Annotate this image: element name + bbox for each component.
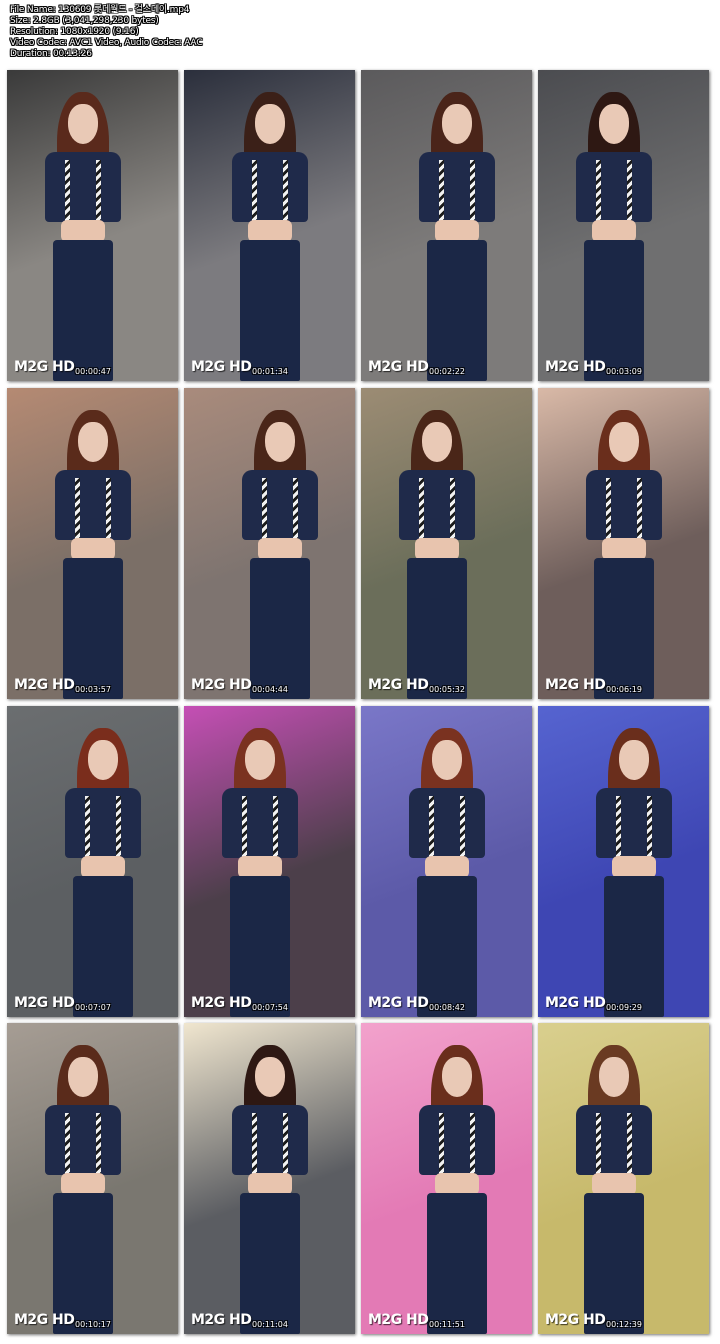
video-thumbnail: M2G HD 00:06:19	[538, 388, 709, 699]
performer-figure	[7, 388, 178, 699]
video-thumbnail: M2G HD 00:07:54	[184, 706, 355, 1017]
thumbnail-timestamp: 00:07:54	[252, 1003, 288, 1012]
thumbnail-timestamp: 00:11:51	[429, 1320, 465, 1329]
performer-figure	[538, 706, 709, 1017]
thumbnail-timestamp: 00:03:57	[75, 685, 111, 694]
duration-text: Duration: 00:13:26	[10, 49, 92, 59]
video-thumbnail: M2G HD 00:10:17	[7, 1023, 178, 1334]
performer-figure	[361, 1023, 532, 1334]
thumbnail-timestamp: 00:06:19	[606, 685, 642, 694]
video-thumbnail: M2G HD 00:02:22	[361, 70, 532, 381]
thumbnail-timestamp: 00:05:32	[429, 685, 465, 694]
thumbnail-timestamp: 00:08:42	[429, 1003, 465, 1012]
video-thumbnail: M2G HD 00:00:47	[7, 70, 178, 381]
resolution-text: Resolution: 1080x1920 (9:16)	[10, 27, 139, 37]
m2g-hd-watermark: M2G HD	[14, 1312, 75, 1328]
m2g-hd-watermark: M2G HD	[545, 1312, 606, 1328]
m2g-hd-watermark: M2G HD	[368, 359, 429, 375]
performer-figure	[361, 388, 532, 699]
thumbnail-timestamp: 00:09:29	[606, 1003, 642, 1012]
m2g-hd-watermark: M2G HD	[368, 995, 429, 1011]
m2g-hd-watermark: M2G HD	[368, 1312, 429, 1328]
thumbnail-timestamp: 00:04:44	[252, 685, 288, 694]
performer-figure	[538, 70, 709, 381]
performer-figure	[538, 388, 709, 699]
performer-figure	[184, 1023, 355, 1334]
video-thumbnail: M2G HD 00:03:57	[7, 388, 178, 699]
video-thumbnail: M2G HD 00:01:34	[184, 70, 355, 381]
video-thumbnail: M2G HD 00:09:29	[538, 706, 709, 1017]
m2g-hd-watermark: M2G HD	[14, 677, 75, 693]
m2g-hd-watermark: M2G HD	[191, 677, 252, 693]
m2g-hd-watermark: M2G HD	[14, 359, 75, 375]
m2g-hd-watermark: M2G HD	[368, 677, 429, 693]
file-info-header: File Name: 130609 롯데월드 - 걸스데이.mp4 Size: …	[10, 5, 710, 60]
performer-figure	[7, 706, 178, 1017]
video-thumbnail: M2G HD 00:07:07	[7, 706, 178, 1017]
video-thumbnail: M2G HD 00:11:51	[361, 1023, 532, 1334]
video-thumbnail: M2G HD 00:08:42	[361, 706, 532, 1017]
thumbnail-timestamp: 00:10:17	[75, 1320, 111, 1329]
m2g-hd-watermark: M2G HD	[191, 359, 252, 375]
thumbnail-timestamp: 00:00:47	[75, 367, 111, 376]
thumbnail-timestamp: 00:01:34	[252, 367, 288, 376]
codec-text: Video Codec: AVC1 Video, Audio Codec: AA…	[10, 38, 203, 48]
performer-figure	[184, 388, 355, 699]
performer-figure	[184, 70, 355, 381]
performer-figure	[7, 1023, 178, 1334]
m2g-hd-watermark: M2G HD	[545, 677, 606, 693]
file-name-text: File Name: 130609 롯데월드 - 걸스데이.mp4	[10, 5, 190, 15]
m2g-hd-watermark: M2G HD	[545, 359, 606, 375]
video-thumbnail: M2G HD 00:12:39	[538, 1023, 709, 1334]
performer-figure	[361, 70, 532, 381]
thumbnail-timestamp: 00:12:39	[606, 1320, 642, 1329]
thumbnail-timestamp: 00:02:22	[429, 367, 465, 376]
m2g-hd-watermark: M2G HD	[14, 995, 75, 1011]
video-thumbnail: M2G HD 00:05:32	[361, 388, 532, 699]
thumbnail-timestamp: 00:07:07	[75, 1003, 111, 1012]
m2g-hd-watermark: M2G HD	[545, 995, 606, 1011]
m2g-hd-watermark: M2G HD	[191, 1312, 252, 1328]
thumbnail-timestamp: 00:11:04	[252, 1320, 288, 1329]
thumbnail-timestamp: 00:03:09	[606, 367, 642, 376]
performer-figure	[361, 706, 532, 1017]
video-thumbnail: M2G HD 00:03:09	[538, 70, 709, 381]
m2g-hd-watermark: M2G HD	[191, 995, 252, 1011]
video-thumbnail: M2G HD 00:04:44	[184, 388, 355, 699]
file-size-text: Size: 2.8GB (3,041,298,230 bytes)	[10, 16, 159, 26]
performer-figure	[538, 1023, 709, 1334]
video-thumbnail: M2G HD 00:11:04	[184, 1023, 355, 1334]
performer-figure	[7, 70, 178, 381]
performer-figure	[184, 706, 355, 1017]
